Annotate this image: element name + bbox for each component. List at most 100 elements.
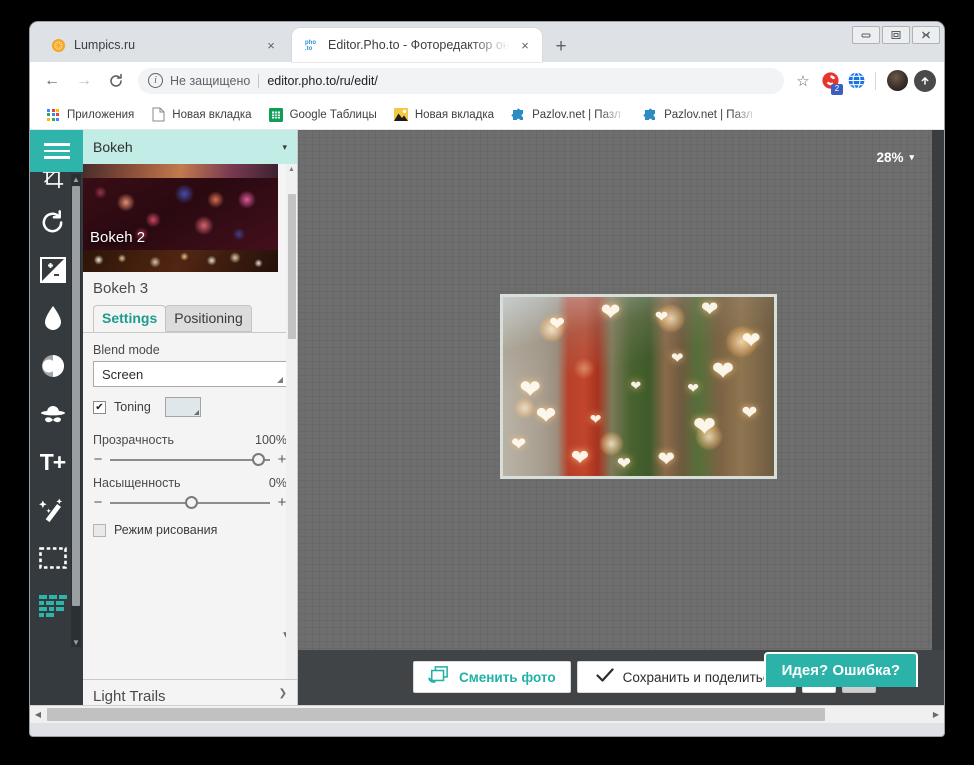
draw-mode-checkbox[interactable] bbox=[93, 523, 106, 537]
upload-icon[interactable] bbox=[914, 69, 936, 92]
thumbnail-image bbox=[83, 250, 278, 272]
scroll-right-icon[interactable]: ▶ bbox=[928, 710, 944, 719]
slider-knob[interactable] bbox=[185, 495, 199, 509]
tab-editor-photo[interactable]: pho .to Editor.Pho.to - Фоторедактор он … bbox=[292, 28, 542, 62]
tab-positioning[interactable]: Positioning bbox=[165, 305, 252, 332]
save-and-share-button[interactable]: Сохранить и поделиться bbox=[576, 661, 796, 693]
decrease-icon[interactable]: − bbox=[93, 451, 103, 468]
bookmark-new-tab-1[interactable]: Новая вкладка bbox=[143, 104, 258, 126]
panel-tabs: Settings Positioning bbox=[83, 301, 297, 333]
canvas-photo[interactable]: ❤ ❤ ❤ ❤ ❤ ❤ ❤ ❤ ❤ ❤ ❤ ❤ ❤ ❤ ❤ ❤ ❤ ❤ bbox=[500, 294, 777, 479]
brightness-contrast-tool-icon[interactable] bbox=[30, 246, 75, 294]
bookmark-google-sheets[interactable]: Google Таблицы bbox=[261, 104, 384, 126]
retouch-tool-icon[interactable] bbox=[30, 486, 75, 534]
horizontal-scrollbar[interactable]: ◀ ▶ bbox=[30, 705, 944, 723]
bookmark-pazlov-1[interactable]: Pazlov.net | Пазл - Со bbox=[503, 104, 633, 126]
window-controls bbox=[852, 26, 940, 44]
category-label: Bokeh bbox=[93, 139, 133, 155]
saturation-label: Насыщенность bbox=[93, 476, 181, 490]
scroll-thumb[interactable] bbox=[72, 186, 80, 606]
close-icon[interactable]: × bbox=[516, 36, 534, 54]
chevron-down-icon: ▾ bbox=[282, 141, 287, 152]
rail-scrollbar[interactable]: ▲ ▼ bbox=[71, 174, 81, 647]
feedback-button[interactable]: Идея? Ошибка? bbox=[763, 652, 918, 687]
toning-color-swatch[interactable] bbox=[164, 397, 201, 417]
contrast-tool-icon[interactable] bbox=[30, 342, 75, 390]
blur-tool-icon[interactable] bbox=[30, 294, 75, 342]
bookmark-apps[interactable]: Приложения bbox=[38, 104, 141, 126]
frames-tool-icon[interactable] bbox=[30, 534, 75, 582]
opacity-slider[interactable]: − + bbox=[93, 451, 287, 468]
toning-checkbox[interactable]: ✔ bbox=[93, 400, 106, 414]
sheets-icon bbox=[268, 107, 284, 123]
heart-bokeh-overlay: ❤ ❤ ❤ ❤ ❤ ❤ ❤ ❤ ❤ ❤ ❤ ❤ ❤ ❤ ❤ ❤ ❤ ❤ bbox=[511, 297, 761, 473]
hamburger-menu-icon[interactable] bbox=[30, 130, 83, 172]
resize-corner-icon bbox=[193, 410, 199, 415]
forward-button[interactable]: → bbox=[70, 67, 98, 95]
scroll-down-icon[interactable]: ▼ bbox=[71, 637, 81, 647]
blend-mode-select[interactable]: Screen bbox=[93, 361, 287, 387]
swap-photo-icon bbox=[428, 666, 450, 688]
next-category-row[interactable]: Light Trails ❯ bbox=[83, 679, 297, 705]
close-icon[interactable]: × bbox=[262, 36, 280, 54]
scroll-up-icon[interactable]: ▲ bbox=[286, 164, 297, 175]
orange-circle-icon bbox=[50, 37, 66, 53]
decrease-icon[interactable]: − bbox=[93, 494, 103, 511]
new-tab-button[interactable]: + bbox=[548, 34, 574, 60]
slider-track[interactable] bbox=[110, 495, 270, 509]
info-circle-icon[interactable]: i bbox=[148, 73, 163, 88]
canvas-area[interactable]: 28% ▾ ❤ ❤ ❤ ❤ ❤ ❤ ❤ ❤ ❤ ❤ ❤ ❤ ❤ ❤ ❤ ❤ ❤ … bbox=[298, 130, 944, 705]
text-tool-icon[interactable]: T+ bbox=[30, 438, 75, 486]
textures-tool-icon[interactable] bbox=[30, 582, 75, 630]
zoom-value: 28% bbox=[876, 150, 904, 165]
scroll-thumb[interactable] bbox=[47, 708, 825, 721]
panel-scrollbar[interactable]: ▲ bbox=[286, 164, 297, 679]
globe-icon[interactable] bbox=[844, 69, 868, 93]
zoom-control[interactable]: 28% ▾ bbox=[876, 150, 914, 165]
draw-mode-row: Режим рисования bbox=[83, 513, 297, 547]
slider-knob[interactable] bbox=[252, 452, 266, 466]
opacity-value: 100% bbox=[255, 433, 287, 447]
thumbnail-partial-top[interactable] bbox=[83, 164, 278, 178]
saturation-slider[interactable]: − + bbox=[93, 494, 287, 511]
tab-lumpics[interactable]: Lumpics.ru × bbox=[38, 28, 288, 62]
back-button[interactable]: ← bbox=[38, 67, 66, 95]
apps-grid-icon bbox=[45, 107, 61, 123]
avatar[interactable] bbox=[887, 70, 908, 91]
change-photo-button[interactable]: Сменить фото bbox=[413, 661, 571, 693]
divider bbox=[875, 71, 876, 90]
opacity-slider-block: Прозрачность 100% − + bbox=[83, 427, 297, 470]
bookmark-new-tab-2[interactable]: Новая вкладка bbox=[386, 104, 501, 126]
bookmark-label: Новая вкладка bbox=[414, 108, 495, 121]
category-dropdown[interactable]: Bokeh ▾ bbox=[83, 130, 297, 164]
tab-settings[interactable]: Settings bbox=[93, 305, 167, 332]
slider-track[interactable] bbox=[110, 452, 270, 466]
stickers-tool-icon[interactable] bbox=[30, 390, 75, 438]
url-text: editor.pho.to/ru/edit/ bbox=[267, 73, 378, 88]
effect-thumbnail-bokeh-3[interactable] bbox=[83, 250, 278, 272]
chevron-right-icon: ❯ bbox=[278, 688, 287, 699]
maximize-button[interactable] bbox=[882, 26, 910, 44]
panel-body: Bokeh 2 Bokeh 3 Settings Positioning Ble… bbox=[83, 164, 297, 679]
minimize-button[interactable] bbox=[852, 26, 880, 44]
puzzle-icon bbox=[642, 107, 658, 123]
crop-tool-icon[interactable] bbox=[30, 172, 75, 198]
scroll-left-icon[interactable]: ◀ bbox=[30, 710, 46, 719]
reload-button[interactable] bbox=[102, 67, 130, 95]
bookmark-pazlov-2[interactable]: Pazlov.net | Пазл - Ка bbox=[635, 104, 765, 126]
close-button[interactable] bbox=[912, 26, 940, 44]
scroll-up-icon[interactable]: ▲ bbox=[71, 174, 81, 184]
effect-thumbnails: Bokeh 2 Bokeh 3 bbox=[83, 164, 297, 301]
puzzle-icon bbox=[510, 107, 526, 123]
bookmark-star-icon[interactable]: ☆ bbox=[790, 68, 816, 94]
scroll-thumb[interactable] bbox=[288, 194, 296, 339]
opacity-label: Прозрачность bbox=[93, 433, 174, 447]
svg-text:.to: .to bbox=[305, 46, 313, 52]
bookmark-label: Pazlov.net | Пазл - Со bbox=[532, 108, 626, 121]
address-bar[interactable]: i Не защищено editor.pho.to/ru/edit/ bbox=[138, 67, 784, 94]
effect-thumbnail-bokeh-2[interactable]: Bokeh 2 bbox=[83, 178, 278, 250]
bookmarks-bar: Приложения Новая вкладка Google Таблицы … bbox=[30, 100, 944, 130]
page-vertical-scrollbar[interactable] bbox=[932, 130, 944, 705]
rotate-tool-icon[interactable] bbox=[30, 198, 75, 246]
extension-icon[interactable]: 2 bbox=[818, 69, 843, 95]
